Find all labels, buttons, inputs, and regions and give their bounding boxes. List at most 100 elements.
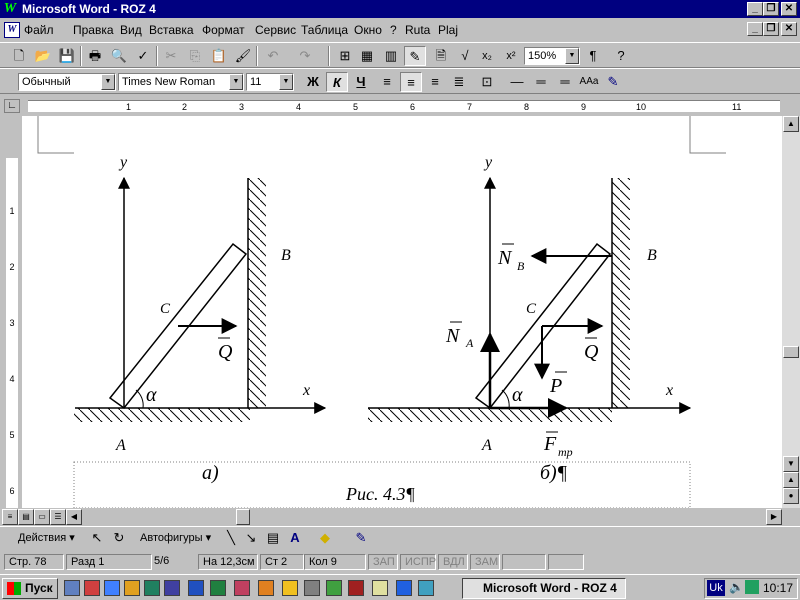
- wordart-icon[interactable]: A: [284, 528, 306, 548]
- actions-menu[interactable]: Действия ▾: [18, 531, 75, 544]
- columns-icon[interactable]: ▥: [380, 46, 402, 66]
- restore-icon[interactable]: ❐: [763, 2, 779, 16]
- line-icon[interactable]: ╲: [220, 528, 242, 548]
- char-size-icon[interactable]: AAa: [578, 72, 600, 92]
- menu-file[interactable]: Файл: [24, 23, 54, 37]
- textbox-icon[interactable]: ▤: [262, 528, 284, 548]
- previous-page-icon[interactable]: ▲: [783, 472, 799, 488]
- web-view-icon[interactable]: ▤: [18, 509, 34, 525]
- ie-icon[interactable]: [396, 580, 412, 596]
- status-ext[interactable]: ВДЛ: [438, 554, 468, 570]
- fill-color-icon[interactable]: ◆: [314, 528, 336, 548]
- app-icon[interactable]: [258, 580, 274, 596]
- menu-table[interactable]: Таблица: [301, 23, 348, 37]
- menu-help[interactable]: ?: [390, 23, 397, 37]
- line-style-icon[interactable]: ═: [554, 72, 576, 92]
- app-icon[interactable]: [418, 580, 434, 596]
- minimize-icon[interactable]: _: [747, 2, 763, 16]
- chevron-down-icon[interactable]: ▼: [279, 74, 293, 90]
- spelling-icon[interactable]: ✓: [132, 46, 154, 66]
- chevron-down-icon[interactable]: ▼: [101, 74, 115, 90]
- redo-icon[interactable]: ↷: [294, 46, 316, 66]
- font-select[interactable]: Times New Roman ▼: [118, 73, 244, 91]
- document-map-icon[interactable]: 🗎: [430, 46, 452, 66]
- line-style-icon[interactable]: —: [506, 72, 528, 92]
- app-icon[interactable]: [84, 580, 100, 596]
- show-formatting-icon[interactable]: ¶: [582, 46, 604, 66]
- zoom-select[interactable]: 150% ▼: [524, 47, 580, 65]
- open-folder-icon[interactable]: 📂: [32, 46, 54, 66]
- word-app-icon[interactable]: W: [2, 1, 18, 17]
- line-color-icon[interactable]: ✎: [350, 528, 372, 548]
- page-view-icon[interactable]: ▭: [34, 509, 50, 525]
- scroll-right-icon[interactable]: ▶: [766, 509, 782, 525]
- app-icon[interactable]: [304, 580, 320, 596]
- normal-view-icon[interactable]: ≡: [2, 509, 18, 525]
- scroll-thumb[interactable]: [783, 346, 799, 358]
- superscript-icon[interactable]: x²: [500, 46, 522, 66]
- menu-view[interactable]: Вид: [120, 23, 142, 37]
- app-icon[interactable]: [326, 580, 342, 596]
- borders-icon[interactable]: ⊡: [476, 72, 498, 92]
- line-style-icon[interactable]: ═: [530, 72, 552, 92]
- style-select[interactable]: Обычный ▼: [18, 73, 116, 91]
- tab-selector-icon[interactable]: ∟: [4, 99, 20, 113]
- desktop-icon[interactable]: [64, 580, 80, 596]
- document-page[interactable]: y x B C A α Q y x B C A α Q P N B N A F …: [22, 116, 782, 508]
- menu-window[interactable]: Окно: [354, 23, 382, 37]
- vertical-ruler[interactable]: 1 2 3 4 5 6: [0, 116, 22, 508]
- menu-plaj[interactable]: Plaj: [438, 23, 458, 37]
- save-icon[interactable]: 💾: [56, 46, 78, 66]
- chevron-down-icon[interactable]: ▼: [565, 48, 579, 64]
- select-pointer-icon[interactable]: ↖: [86, 528, 108, 548]
- doc-close-icon[interactable]: ✕: [781, 22, 797, 36]
- select-browse-object-icon[interactable]: ●: [783, 488, 799, 504]
- horizontal-scrollbar[interactable]: ≡ ▤ ▭ ☰ ◀ ▶: [0, 508, 800, 526]
- cut-icon[interactable]: ✂: [160, 46, 182, 66]
- language-indicator[interactable]: Uk: [707, 580, 725, 596]
- app-icon[interactable]: [234, 580, 250, 596]
- chevron-down-icon[interactable]: ▼: [229, 74, 243, 90]
- app-icon[interactable]: [372, 580, 388, 596]
- tables-borders-icon[interactable]: ⊞: [334, 46, 356, 66]
- doc-restore-icon[interactable]: ❐: [763, 22, 779, 36]
- bold-button[interactable]: Ж: [302, 72, 324, 92]
- app-icon[interactable]: [124, 580, 140, 596]
- drawing-icon[interactable]: ✎: [404, 46, 426, 66]
- status-trk[interactable]: ИСПР: [400, 554, 436, 570]
- equation-icon[interactable]: √: [454, 46, 476, 66]
- tray-app-icon[interactable]: [745, 580, 759, 594]
- vertical-scrollbar[interactable]: ▲ ▼ ▲ ●: [782, 116, 800, 508]
- highlight-icon[interactable]: ✎: [602, 72, 624, 92]
- volume-icon[interactable]: 🔈: [729, 580, 744, 594]
- justify-icon[interactable]: ≣: [448, 72, 470, 92]
- print-icon[interactable]: 🖶: [84, 46, 106, 66]
- close-icon[interactable]: ✕: [781, 2, 797, 16]
- italic-button[interactable]: К: [326, 72, 348, 92]
- document-icon[interactable]: W: [4, 22, 20, 38]
- print-preview-icon[interactable]: 🔍: [108, 46, 130, 66]
- horizontal-scroll-thumb[interactable]: [236, 509, 250, 525]
- free-rotate-icon[interactable]: ↻: [108, 528, 130, 548]
- word-icon[interactable]: [188, 580, 204, 596]
- new-document-icon[interactable]: 🗋: [8, 46, 30, 66]
- format-painter-icon[interactable]: 🖌: [232, 46, 254, 66]
- status-rec[interactable]: ЗАП: [368, 554, 398, 570]
- app-icon[interactable]: [282, 580, 298, 596]
- outline-view-icon[interactable]: ☰: [50, 509, 66, 525]
- status-ovr[interactable]: ЗАМ: [470, 554, 500, 570]
- menu-tools[interactable]: Сервис: [255, 23, 296, 37]
- underline-button[interactable]: Ч: [350, 72, 372, 92]
- app-icon[interactable]: [164, 580, 180, 596]
- undo-icon[interactable]: ↶: [262, 46, 284, 66]
- app-icon[interactable]: [144, 580, 160, 596]
- insert-table-icon[interactable]: ▦: [356, 46, 378, 66]
- menu-edit[interactable]: Правка: [73, 23, 114, 37]
- copy-icon[interactable]: ⎘: [184, 46, 206, 66]
- align-left-icon[interactable]: ≡: [376, 72, 398, 92]
- app-icon[interactable]: [104, 580, 120, 596]
- paste-icon[interactable]: 📋: [208, 46, 230, 66]
- task-word[interactable]: Microsoft Word - ROZ 4: [462, 578, 626, 599]
- app-icon[interactable]: [348, 580, 364, 596]
- arrow-icon[interactable]: ↘: [240, 528, 262, 548]
